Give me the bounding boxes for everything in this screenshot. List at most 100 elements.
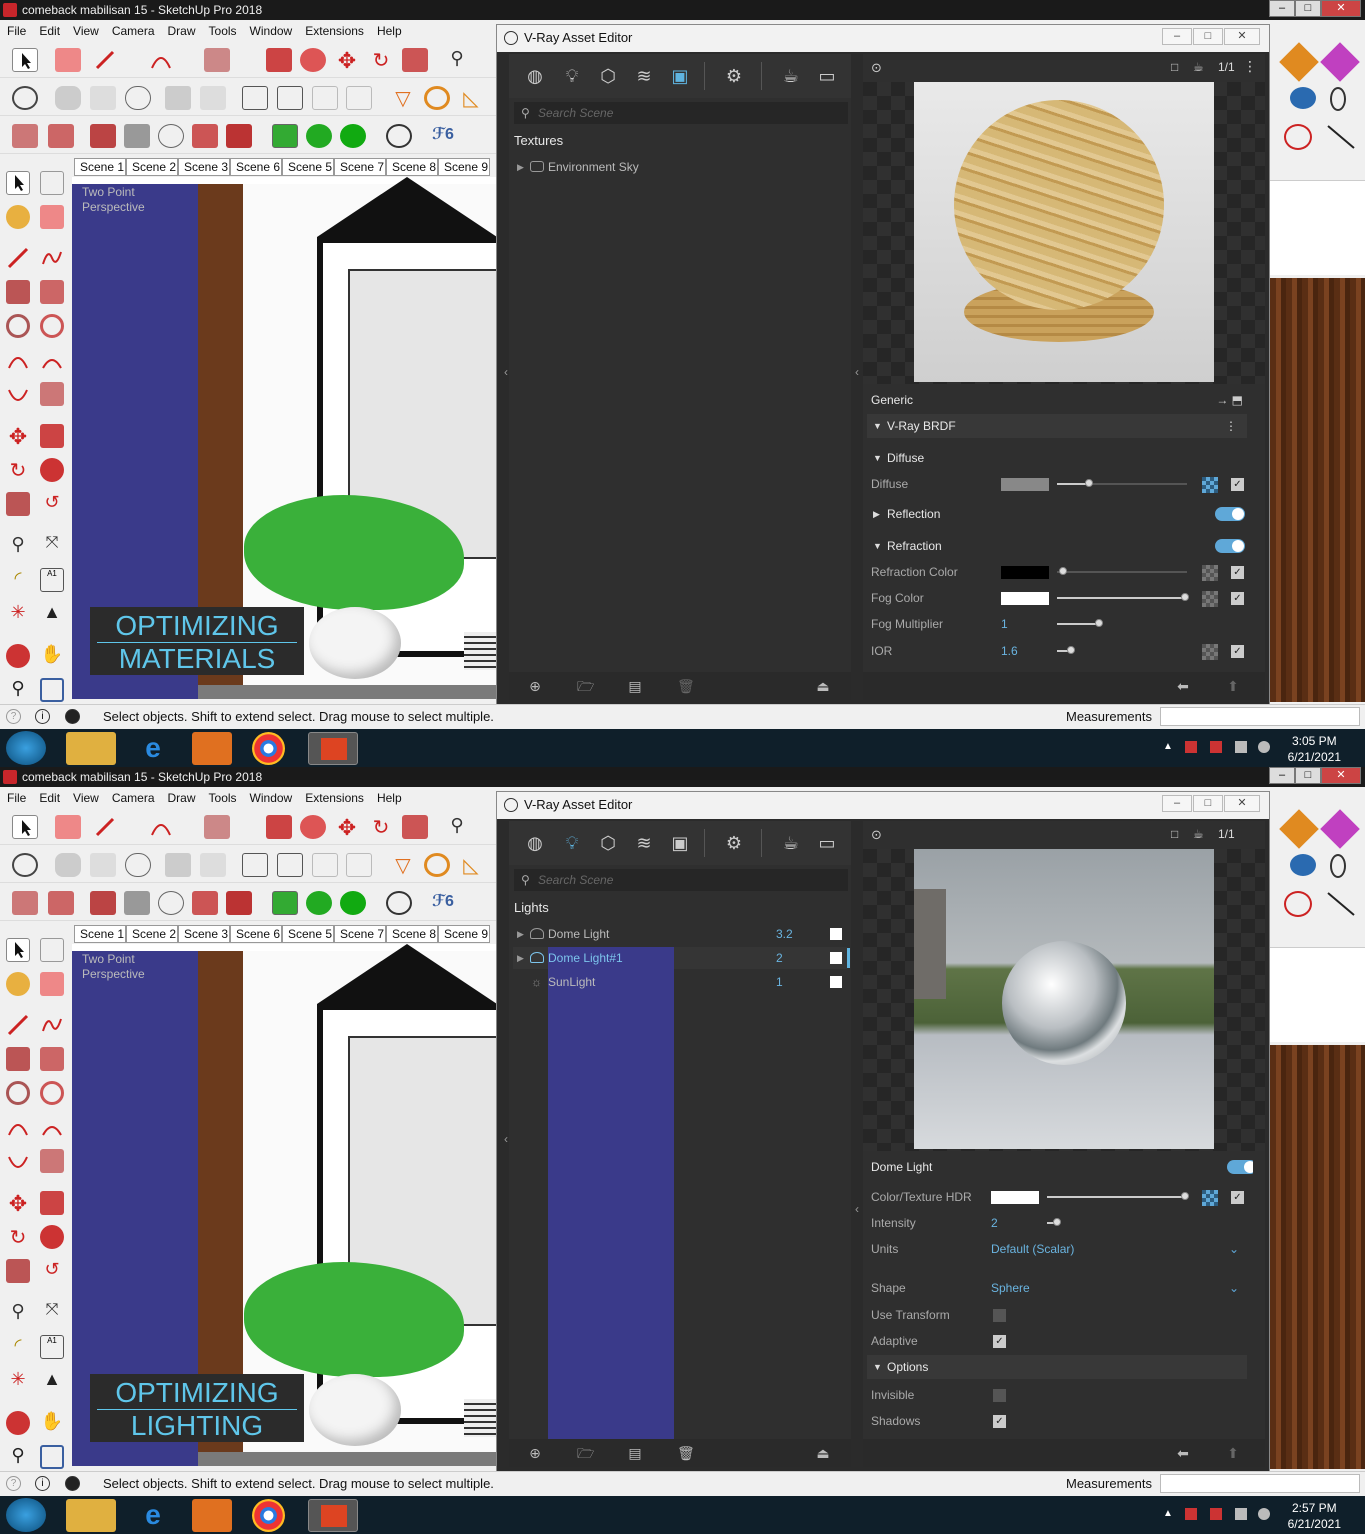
globe-icon[interactable] — [1290, 854, 1316, 876]
scale-icon[interactable] — [6, 1259, 30, 1283]
protractor-icon[interactable]: ◜ — [6, 1335, 30, 1359]
clock[interactable]: 3:05 PM 6/21/2021 — [1288, 733, 1341, 765]
add-asset-icon[interactable]: ⊕ — [527, 1445, 543, 1461]
select-icon[interactable] — [12, 815, 38, 839]
geometry-icon[interactable]: ⬡ — [596, 65, 620, 87]
offset-icon[interactable]: ↺ — [40, 1259, 64, 1283]
rotate-icon[interactable]: ↻ — [368, 815, 394, 839]
scale-icon[interactable] — [6, 492, 30, 516]
batch-render-icon[interactable] — [200, 853, 226, 877]
tab-scene-6[interactable]: Scene 6 — [230, 925, 282, 943]
expand-arrow-icon[interactable]: ▶ — [517, 923, 524, 945]
delete-icon[interactable]: 🗑︎ — [677, 1445, 695, 1461]
action-center-icon[interactable] — [1185, 1508, 1197, 1520]
spot-light-icon[interactable]: ▽ — [390, 86, 416, 110]
follow-me-icon[interactable] — [300, 815, 326, 839]
ies-light-icon[interactable]: ◺ — [458, 86, 484, 110]
brdf-layer-row[interactable]: ▼ V-Ray BRDF ⋮ — [867, 414, 1247, 438]
zoom-icon[interactable]: ⚲ — [6, 1445, 30, 1469]
tab-scene-8[interactable]: Scene 8 — [386, 925, 438, 943]
scale-icon[interactable] — [402, 48, 428, 72]
lights-icon[interactable]: 💡︎ — [560, 65, 584, 87]
ies-light-icon[interactable]: ◺ — [458, 853, 484, 877]
maximize-button[interactable]: □ — [1295, 0, 1321, 17]
chrome-icon[interactable] — [252, 732, 285, 765]
geo-location-icon[interactable]: ? — [6, 1476, 21, 1491]
menu-extensions[interactable]: Extensions — [298, 20, 370, 38]
move-icon[interactable]: ✥ — [6, 1191, 30, 1216]
diffuse-texture-icon[interactable] — [1202, 477, 1218, 493]
tray-expand-icon[interactable]: ▲ — [1163, 741, 1173, 752]
mesh-proxy-icon[interactable] — [48, 124, 74, 148]
menu-camera[interactable]: Camera — [105, 20, 161, 38]
materials-icon[interactable]: ◍ — [523, 65, 547, 87]
tab-scene-3[interactable]: Scene 3 — [178, 158, 230, 176]
signal-icon[interactable] — [1235, 741, 1247, 753]
follow-me-icon[interactable] — [40, 1225, 64, 1249]
forest-icon[interactable] — [340, 891, 366, 915]
menu-file[interactable]: File — [0, 20, 32, 38]
forest-icon[interactable] — [340, 124, 366, 148]
3d-text-icon[interactable]: ▲ — [40, 602, 64, 626]
tab-scene-5[interactable]: Scene 5 — [282, 925, 334, 943]
measurements-input[interactable] — [1160, 707, 1360, 726]
refraction-slider[interactable] — [1059, 567, 1067, 575]
chevron-down-icon[interactable]: ⌄ — [1229, 1237, 1239, 1261]
volume-icon[interactable] — [1258, 1508, 1270, 1520]
color-checkbox[interactable]: ✓ — [1231, 1191, 1244, 1204]
geo-location-icon[interactable]: ? — [6, 709, 21, 724]
search-input[interactable]: ⚲ Search Scene — [514, 102, 848, 124]
materials-icon[interactable]: ◍ — [523, 832, 547, 854]
frame-buffer-icon[interactable]: ▭ — [815, 832, 839, 854]
mesh-proxy-icon[interactable] — [48, 891, 74, 915]
section-icon[interactable] — [1284, 891, 1312, 917]
dome-light-toggle[interactable] — [1227, 1160, 1253, 1174]
menu-edit[interactable]: Edit — [32, 20, 66, 38]
extension-icon[interactable] — [1320, 809, 1360, 849]
target-icon[interactable] — [386, 124, 412, 148]
refraction-texture-icon[interactable] — [1202, 565, 1218, 581]
info-icon[interactable]: i — [35, 1476, 50, 1491]
orbit-icon[interactable] — [6, 1411, 30, 1435]
vray-logo-icon[interactable] — [12, 86, 38, 110]
adaptive-checkbox[interactable]: ✓ — [993, 1335, 1006, 1348]
viewport-render-icon[interactable] — [242, 86, 268, 110]
refraction-toggle[interactable] — [1215, 539, 1245, 553]
vray-minimize-button[interactable]: – — [1162, 28, 1192, 45]
open-folder-icon[interactable]: 🗁︎ — [577, 1445, 594, 1461]
diffuse-checkbox[interactable]: ✓ — [1231, 478, 1244, 491]
more-options-icon[interactable]: ⋮ — [1243, 58, 1257, 75]
settings-icon[interactable]: ⚙ — [722, 65, 746, 87]
follow-me-icon[interactable] — [300, 48, 326, 72]
move-icon[interactable]: ✥ — [334, 815, 360, 840]
arc-icon[interactable] — [148, 48, 174, 72]
extension-icon[interactable] — [1279, 42, 1319, 82]
chrome-icon[interactable] — [252, 1499, 285, 1532]
close-button[interactable]: ✕ — [1321, 0, 1361, 17]
tape-icon[interactable]: ⚲ — [6, 1301, 30, 1325]
make-component-icon[interactable] — [40, 938, 64, 962]
lock-icon[interactable] — [346, 853, 372, 877]
scatter-icon[interactable] — [272, 124, 298, 148]
internet-explorer-icon[interactable]: e — [128, 732, 178, 765]
axes-icon[interactable]: ✳ — [6, 1369, 30, 1393]
layers-icon[interactable]: ≋ — [632, 65, 656, 87]
chevron-down-icon[interactable]: ⌄ — [1229, 1276, 1239, 1300]
purge-icon[interactable]: ⏏ — [815, 1445, 831, 1461]
rectangle-icon[interactable] — [6, 280, 30, 304]
tray-expand-icon[interactable]: ▲ — [1163, 1508, 1173, 1519]
zoom-icon[interactable]: ⚲ — [6, 678, 30, 702]
tab-scene-7[interactable]: Scene 7 — [334, 925, 386, 943]
shape-dropdown[interactable]: Sphere — [991, 1276, 1030, 1300]
back-icon[interactable]: ⬅ — [1175, 678, 1191, 694]
circle-icon[interactable] — [6, 314, 30, 338]
arc-icon[interactable] — [6, 1115, 30, 1139]
reflection-toggle[interactable] — [1215, 507, 1245, 521]
menu-tools[interactable]: Tools — [202, 20, 243, 38]
orbit-icon[interactable] — [6, 644, 30, 668]
fog-texture-icon[interactable] — [1202, 591, 1218, 607]
follow-me-icon[interactable] — [40, 458, 64, 482]
pan-icon[interactable]: ✋ — [40, 1411, 64, 1435]
rectangle-icon[interactable] — [204, 48, 230, 72]
clock[interactable]: 2:57 PM 6/21/2021 — [1288, 1500, 1341, 1532]
